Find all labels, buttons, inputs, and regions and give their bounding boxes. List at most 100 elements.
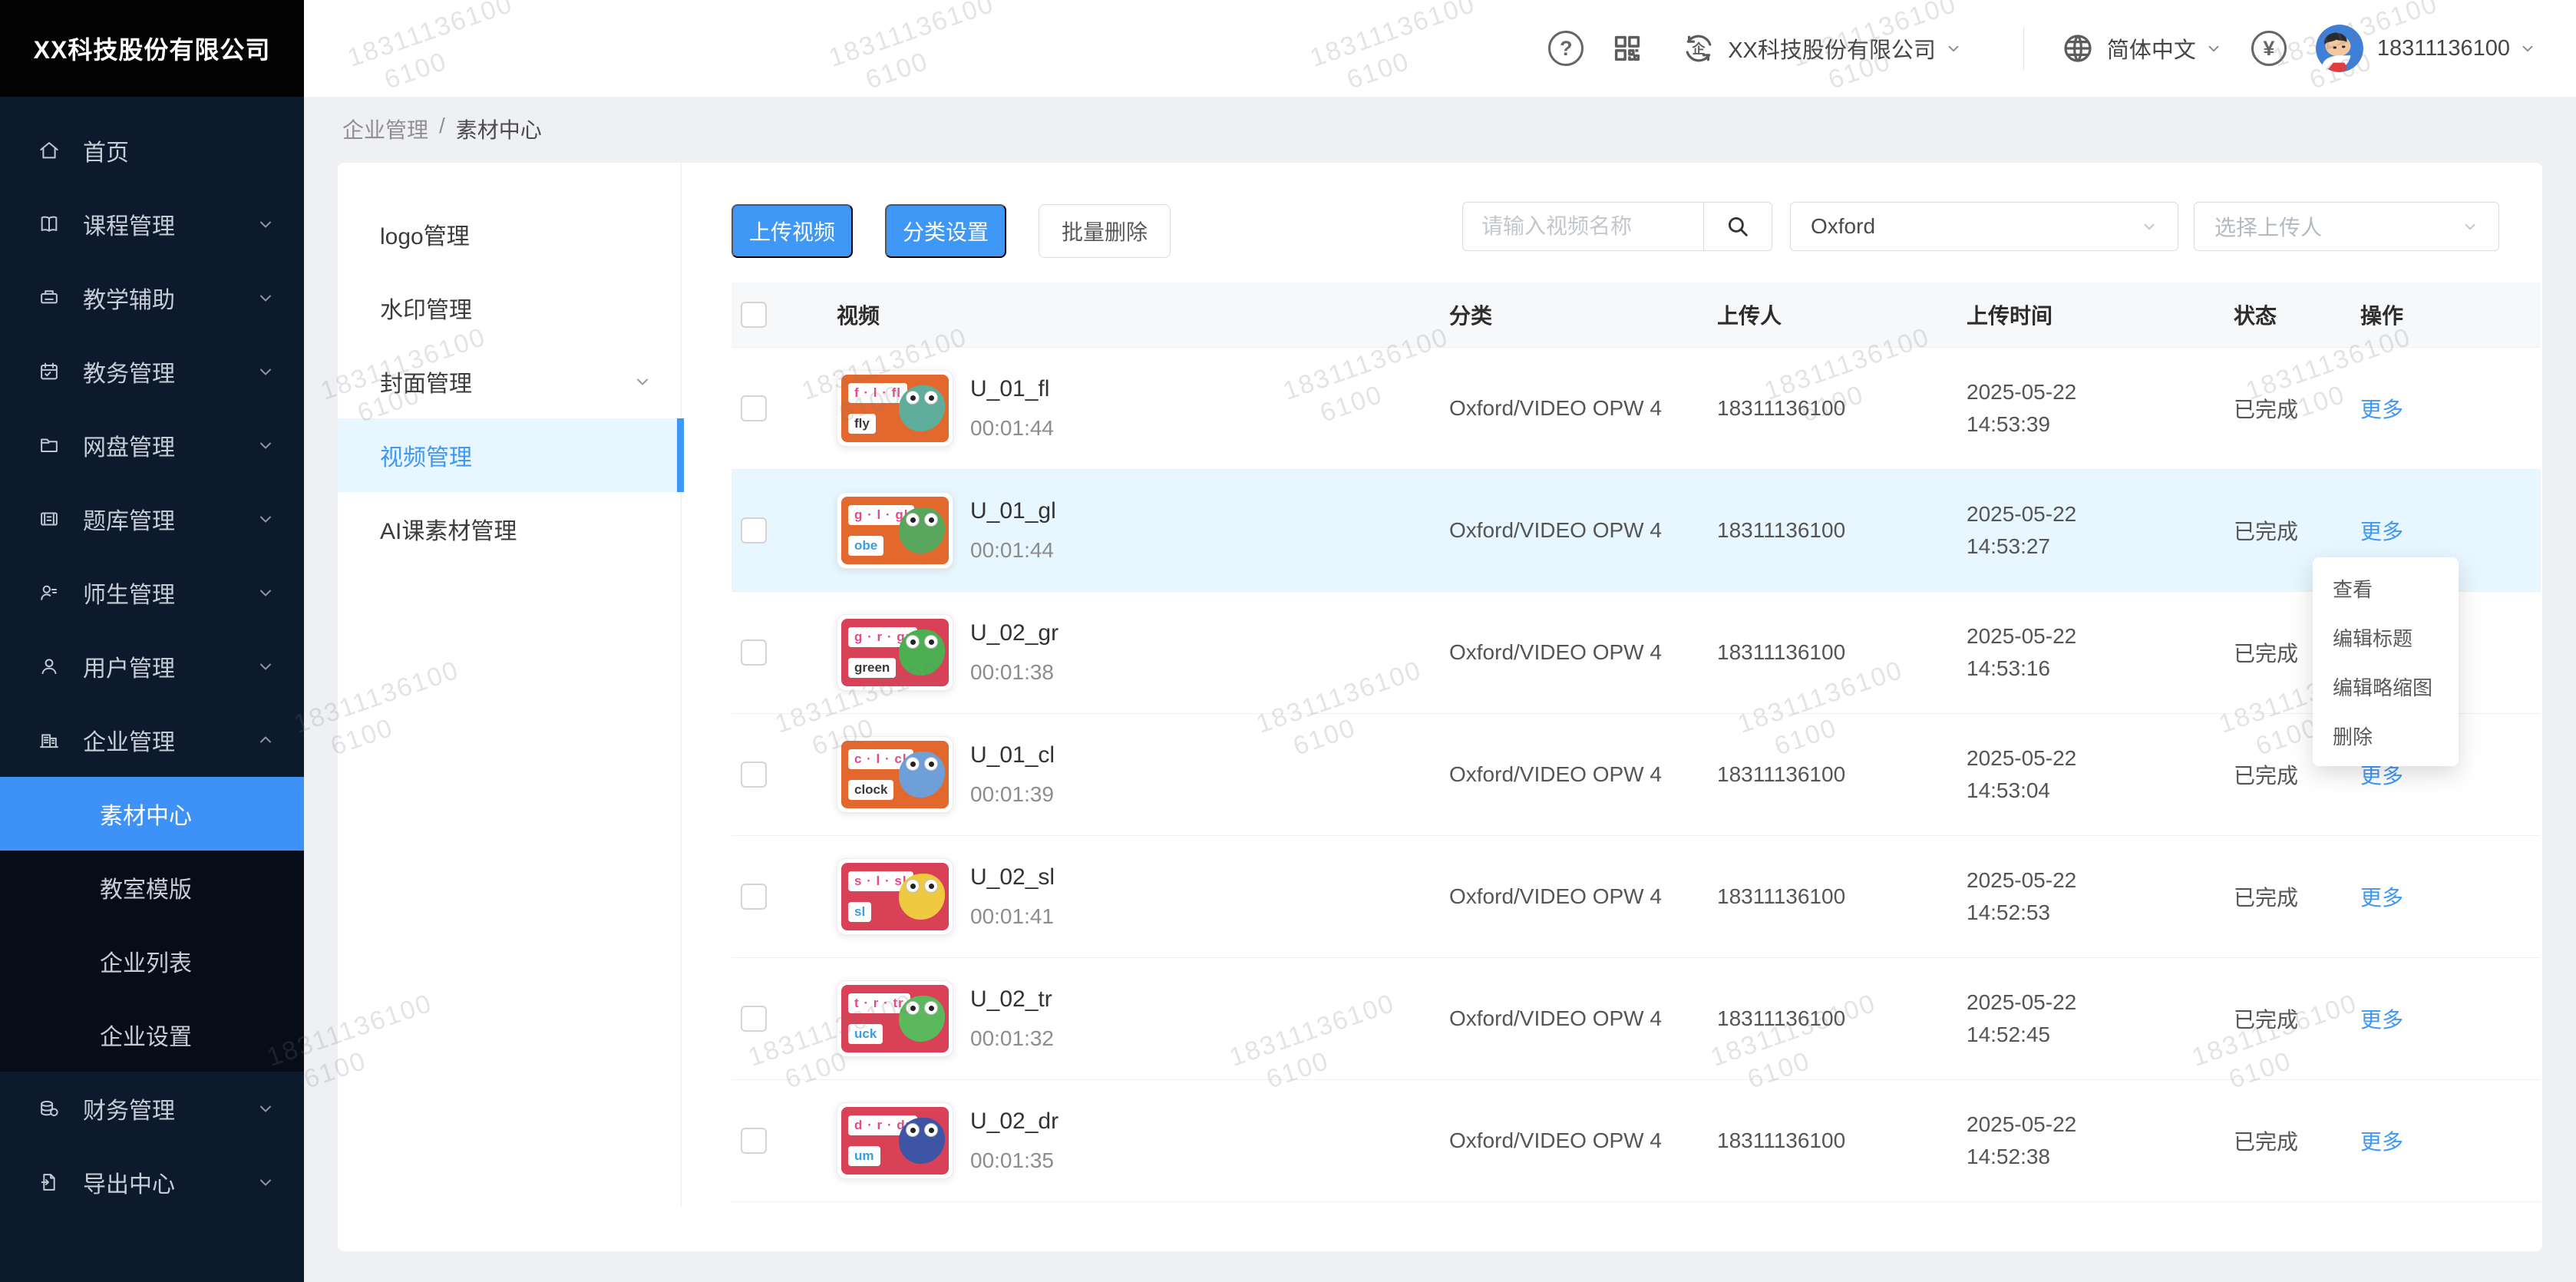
batch-delete-button[interactable]: 批量删除 bbox=[1039, 204, 1171, 258]
more-link[interactable]: 更多 bbox=[2360, 1130, 2403, 1154]
chevron-down-icon bbox=[2519, 40, 2536, 57]
more-link[interactable]: 更多 bbox=[2360, 1008, 2403, 1032]
sidebar-item[interactable]: 财务管理 bbox=[0, 1072, 304, 1145]
sidebar-item[interactable]: 导出中心 bbox=[0, 1145, 304, 1219]
video-thumbnail: d · r · dr um bbox=[837, 1102, 953, 1179]
video-uploader: 18311136100 bbox=[1717, 762, 1967, 787]
search-input[interactable] bbox=[1462, 202, 1703, 251]
sidebar-item[interactable]: 网盘管理 bbox=[0, 408, 304, 482]
context-menu-item[interactable]: 编辑略缩图 bbox=[2313, 662, 2459, 711]
sidebar-item[interactable]: 首页 bbox=[0, 114, 304, 187]
select-all-checkbox[interactable] bbox=[741, 302, 767, 328]
video-uploader: 18311136100 bbox=[1717, 1128, 1967, 1153]
sidebar-submenu-item[interactable]: 教室模版 bbox=[0, 851, 304, 924]
row-checkbox[interactable] bbox=[741, 1128, 767, 1154]
sidebar-item[interactable]: 题库管理 bbox=[0, 482, 304, 556]
breadcrumb-parent[interactable]: 企业管理 bbox=[342, 114, 428, 144]
more-link[interactable]: 更多 bbox=[2360, 764, 2403, 788]
context-menu-item[interactable]: 编辑标题 bbox=[2313, 613, 2459, 662]
material-menu-item[interactable]: 水印管理 bbox=[338, 271, 681, 345]
upload-video-button[interactable]: 上传视频 bbox=[732, 204, 853, 258]
video-thumbnail: t · r · tr uck bbox=[837, 980, 953, 1057]
sidebar-item-label: 师生管理 bbox=[83, 576, 256, 610]
context-menu: 查看 编辑标题 编辑略缩图 删除 bbox=[2313, 557, 2459, 766]
material-menu-item[interactable]: AI课素材管理 bbox=[338, 492, 681, 566]
sidebar-item[interactable]: 用户管理 bbox=[0, 629, 304, 703]
svg-text:企: 企 bbox=[1692, 41, 1706, 56]
user-icon bbox=[37, 654, 61, 679]
row-checkbox[interactable] bbox=[741, 517, 767, 544]
sidebar-item[interactable]: 师生管理 bbox=[0, 556, 304, 629]
material-menu-item[interactable]: logo管理 bbox=[338, 197, 681, 271]
coins-icon bbox=[37, 1096, 61, 1121]
uploader-filter-placeholder: 选择上传人 bbox=[2214, 211, 2462, 242]
upload-time: 2025-05-22 14:53:39 bbox=[1967, 376, 2234, 441]
globe-icon bbox=[2059, 30, 2096, 67]
search-button[interactable] bbox=[1703, 202, 1772, 251]
phonics-word: green bbox=[848, 658, 896, 678]
sidebar-submenu-label: 教室模版 bbox=[100, 871, 192, 904]
context-menu-item[interactable]: 删除 bbox=[2313, 711, 2459, 760]
material-menu-item[interactable]: 封面管理 bbox=[338, 345, 681, 418]
row-checkbox[interactable] bbox=[741, 1006, 767, 1032]
language-switcher[interactable]: 简体中文 bbox=[2059, 30, 2222, 67]
users-icon bbox=[37, 580, 61, 605]
video-uploader: 18311136100 bbox=[1717, 640, 1967, 665]
video-thumbnail: f · l · fl fly bbox=[837, 370, 953, 447]
sidebar-item-label: 教务管理 bbox=[83, 355, 256, 388]
column-header-actions: 操作 bbox=[2360, 299, 2541, 330]
sidebar-item-label: 企业管理 bbox=[83, 723, 256, 757]
sidebar-item[interactable]: 教务管理 bbox=[0, 335, 304, 408]
more-link[interactable]: 更多 bbox=[2360, 520, 2403, 544]
user-avatar[interactable] bbox=[2316, 25, 2363, 72]
calendar-icon bbox=[37, 359, 61, 384]
row-checkbox[interactable] bbox=[741, 395, 767, 421]
video-category: Oxford/VIDEO OPW 4 bbox=[1449, 396, 1717, 421]
divider bbox=[2023, 27, 2024, 70]
cards-icon bbox=[37, 507, 61, 531]
phonics-word: uck bbox=[848, 1024, 883, 1044]
video-uploader: 18311136100 bbox=[1717, 518, 1967, 543]
more-link[interactable]: 更多 bbox=[2360, 398, 2403, 421]
qr-code-icon[interactable] bbox=[1610, 31, 1645, 66]
material-menu-item[interactable]: 视频管理 bbox=[338, 418, 681, 492]
sidebar-submenu: 素材中心 教室模版 企业列表 企业设置 bbox=[0, 777, 304, 1072]
chevron-icon bbox=[256, 657, 275, 676]
row-checkbox[interactable] bbox=[741, 762, 767, 788]
row-checkbox[interactable] bbox=[741, 639, 767, 666]
sidebar-submenu-item[interactable]: 企业设置 bbox=[0, 998, 304, 1072]
column-header-status: 状态 bbox=[2234, 299, 2360, 330]
sidebar-submenu-item[interactable]: 企业列表 bbox=[0, 924, 304, 998]
enterprise-switcher[interactable]: 企 XX科技股份有限公司 bbox=[1680, 30, 1962, 67]
chevron-icon bbox=[256, 731, 275, 749]
currency-icon[interactable]: ¥ bbox=[2251, 31, 2287, 66]
material-menu-label: AI课素材管理 bbox=[380, 512, 652, 546]
category-filter-value: Oxford bbox=[1811, 214, 2141, 239]
row-checkbox[interactable] bbox=[741, 884, 767, 910]
breadcrumb-current: 素材中心 bbox=[456, 114, 542, 144]
phonics-word: um bbox=[848, 1146, 880, 1166]
table-row: s · l · sl sl U_02_sl 00:01:41 bbox=[732, 836, 2541, 958]
chevron-icon bbox=[256, 362, 275, 381]
sidebar-submenu-item[interactable]: 素材中心 bbox=[0, 777, 304, 851]
device-icon bbox=[37, 286, 61, 310]
category-settings-button[interactable]: 分类设置 bbox=[885, 204, 1006, 258]
book-icon bbox=[37, 212, 61, 236]
column-header-category: 分类 bbox=[1449, 299, 1717, 330]
material-menu-label: logo管理 bbox=[380, 217, 652, 251]
user-menu[interactable]: 18311136100 bbox=[2377, 36, 2536, 61]
sidebar-item[interactable]: 课程管理 bbox=[0, 187, 304, 261]
video-duration: 00:01:32 bbox=[970, 1026, 1054, 1051]
help-icon[interactable]: ? bbox=[1548, 31, 1584, 66]
table-row: g · l · gl obe U_01_gl 00:01:44 bbox=[732, 470, 2541, 592]
sidebar-item[interactable]: 教学辅助 bbox=[0, 261, 304, 335]
more-link[interactable]: 更多 bbox=[2360, 886, 2403, 910]
thumbnail-character bbox=[899, 874, 945, 920]
upload-time: 2025-05-22 14:52:38 bbox=[1967, 1109, 2234, 1173]
context-menu-item[interactable]: 查看 bbox=[2313, 563, 2459, 613]
video-title: U_01_cl bbox=[970, 742, 1055, 768]
video-table: 视频 分类 上传人 上传时间 状态 操作 f · l · fl fly bbox=[732, 283, 2541, 1202]
uploader-filter-select[interactable]: 选择上传人 bbox=[2194, 202, 2499, 251]
category-filter-select[interactable]: Oxford bbox=[1790, 202, 2178, 251]
sidebar-item[interactable]: 企业管理 bbox=[0, 703, 304, 777]
